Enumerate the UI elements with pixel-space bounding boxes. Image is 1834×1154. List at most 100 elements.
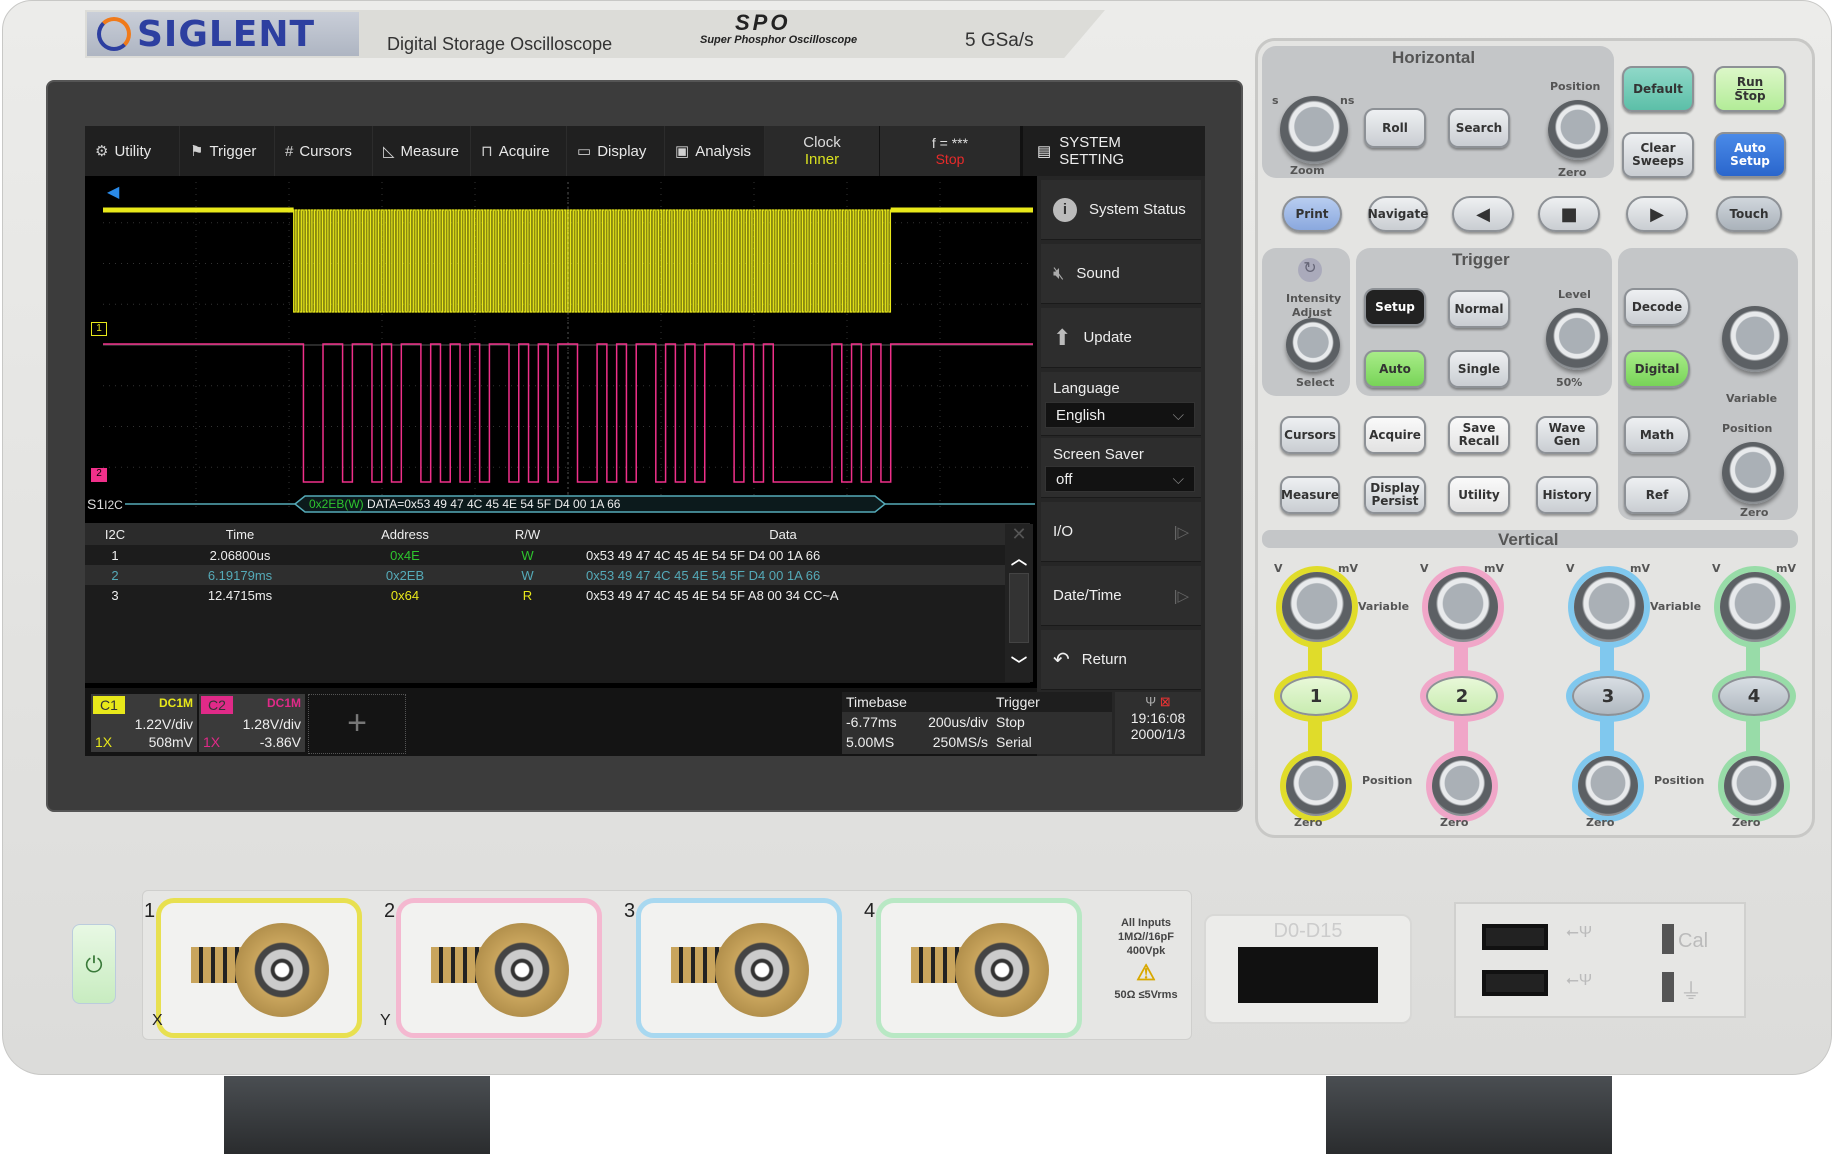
screensaver-select[interactable]: off ⌵: [1045, 466, 1195, 492]
display-screen[interactable]: ⚙ Utility ⚑ Trigger # Cursors ◺ Measure ⊓ Acq…: [85, 126, 1205, 756]
ch3-position-knob[interactable]: [1578, 756, 1638, 816]
wave-gen-button[interactable]: Wave Gen: [1536, 416, 1598, 454]
menu-update[interactable]: ⬆ Update: [1041, 308, 1201, 368]
variable-knob[interactable]: [1722, 306, 1788, 372]
close-icon[interactable]: ✕: [1005, 524, 1033, 545]
utility-button[interactable]: Utility: [1448, 476, 1510, 514]
network-disconnected-icon: ⊠: [1159, 694, 1171, 709]
table-row[interactable]: 1 2.06800us 0x4E W 0x53 49 47 4C 45 4E 5…: [85, 545, 1030, 565]
roll-button[interactable]: Roll: [1364, 108, 1426, 148]
ch2-level-marker[interactable]: 2: [91, 468, 107, 482]
run-state[interactable]: f = *** Stop: [880, 126, 1020, 176]
usb-port-2[interactable]: [1482, 970, 1548, 996]
save-recall-button[interactable]: Save Recall: [1448, 416, 1510, 454]
ch2-scale-knob[interactable]: [1428, 572, 1498, 642]
table-row-selected[interactable]: 2 6.19179ms 0x2EB W 0x53 49 47 4C 45 4E …: [85, 565, 1030, 585]
tab-utility[interactable]: ⚙ Utility: [85, 126, 180, 176]
trigger-normal-button[interactable]: Normal: [1448, 290, 1510, 328]
menu-sound[interactable]: 🔇︎ Sound: [1041, 244, 1201, 304]
menu-return[interactable]: ↶ Return: [1041, 630, 1201, 690]
ch2-bnc-input[interactable]: [396, 898, 602, 1038]
navigate-forward-button[interactable]: ▶: [1626, 196, 1688, 232]
zero-label: Zero: [1732, 816, 1761, 829]
trigger-position-marker-icon[interactable]: ◀: [107, 182, 119, 202]
ch3-button[interactable]: 3: [1572, 676, 1644, 716]
display-persist-button[interactable]: Display Persist: [1364, 476, 1426, 514]
intensity-knob[interactable]: [1286, 318, 1340, 372]
math-button[interactable]: Math: [1624, 416, 1690, 454]
measure-button[interactable]: Measure: [1280, 476, 1340, 514]
cal-terminal[interactable]: [1662, 924, 1674, 954]
navigate-button[interactable]: Navigate: [1368, 196, 1428, 232]
tab-cursors[interactable]: # Cursors: [275, 126, 373, 176]
trigger-setup-button[interactable]: Setup: [1364, 288, 1426, 326]
digital-port[interactable]: D0-D15: [1204, 914, 1412, 1024]
menu-date-time[interactable]: Date/Time |▷: [1041, 566, 1201, 626]
datetime-info[interactable]: Ψ ⊠ 19:16:08 2000/1/3: [1115, 692, 1201, 754]
bus-frame-text: 0x2EB(W) DATA=0x53 49 47 4C 45 4E 54 5F …: [309, 497, 620, 511]
navigate-stop-button[interactable]: ■: [1538, 196, 1600, 232]
ch2-button[interactable]: 2: [1426, 676, 1498, 716]
acquire-button[interactable]: Acquire: [1364, 416, 1426, 454]
ref-button[interactable]: Ref: [1624, 476, 1690, 514]
menu-system-status[interactable]: i System Status: [1041, 180, 1201, 240]
col-header: Time: [225, 526, 255, 542]
power-button[interactable]: ⏻: [72, 924, 116, 1004]
scroll-down-icon[interactable]: ﹀: [1005, 651, 1033, 675]
timebase-info[interactable]: Timebase -6.77ms 200us/div 5.00MS 250MS/…: [842, 692, 992, 754]
timebase-knob[interactable]: [1280, 96, 1348, 164]
info-icon: i: [1053, 197, 1077, 222]
cursors-button[interactable]: Cursors: [1280, 416, 1340, 454]
tab-trigger[interactable]: ⚑ Trigger: [180, 126, 275, 176]
ch1-level-marker[interactable]: 1: [91, 322, 107, 336]
ch1-info[interactable]: C1 DC1M 1.22V/div 1X 508mV: [91, 694, 197, 752]
h-position-knob[interactable]: [1548, 100, 1608, 160]
ch4-scale-knob[interactable]: [1720, 572, 1790, 642]
tab-display[interactable]: ▭ Display: [567, 126, 665, 176]
ground-terminal[interactable]: [1662, 972, 1674, 1002]
speaker-muted-icon: 🔇︎: [1053, 263, 1065, 283]
decode-button[interactable]: Decode: [1624, 288, 1690, 326]
print-button[interactable]: Print: [1282, 196, 1342, 232]
ch2-position-knob[interactable]: [1432, 756, 1492, 816]
trigger-single-button[interactable]: Single: [1448, 350, 1510, 388]
ch4-button[interactable]: 4: [1718, 676, 1790, 716]
ch1-position-knob[interactable]: [1286, 756, 1346, 816]
run-stop-button[interactable]: Run Stop: [1714, 66, 1786, 112]
default-button[interactable]: Default: [1622, 66, 1694, 112]
navigate-back-button[interactable]: ◀: [1452, 196, 1514, 232]
cell-address: 0x4E: [390, 547, 420, 563]
scroll-thumb[interactable]: [1009, 573, 1029, 643]
menu-io[interactable]: I/O |▷: [1041, 502, 1201, 562]
auto-setup-button[interactable]: Auto Setup: [1714, 132, 1786, 178]
table-scrollbar[interactable]: ✕ ︿ ﹀: [1005, 524, 1033, 682]
add-channel-button[interactable]: +: [308, 694, 406, 754]
clear-sweeps-button[interactable]: Clear Sweeps: [1622, 132, 1694, 178]
ch1-bnc-input[interactable]: [156, 898, 362, 1038]
ch1-button[interactable]: 1: [1280, 676, 1352, 716]
waveform-grid[interactable]: [103, 182, 1033, 508]
history-button[interactable]: History: [1536, 476, 1598, 514]
tab-acquire[interactable]: ⊓ Acquire: [471, 126, 567, 176]
table-row[interactable]: 3 12.4715ms 0x64 R 0x53 49 47 4C 45 4E 5…: [85, 585, 1030, 605]
trigger-auto-button[interactable]: Auto: [1364, 350, 1426, 388]
ch4-bnc-input[interactable]: [876, 898, 1082, 1038]
ch1-scale-knob[interactable]: [1282, 572, 1352, 642]
trigger-info[interactable]: Trigger Stop Serial: [992, 692, 1112, 754]
tab-analysis[interactable]: ▣ Analysis: [665, 126, 765, 176]
ch3-bnc-input[interactable]: [636, 898, 842, 1038]
language-select[interactable]: English ⌵: [1045, 402, 1195, 428]
usb-port-1[interactable]: [1482, 924, 1548, 950]
spo-subtitle: Super Phosphor Oscilloscope: [700, 34, 858, 46]
ch2-info[interactable]: C2 DC1M 1.28V/div 1X -3.86V: [199, 694, 305, 752]
ch3-scale-knob[interactable]: [1574, 572, 1644, 642]
tab-measure[interactable]: ◺ Measure: [373, 126, 471, 176]
trigger-level-knob[interactable]: [1546, 308, 1608, 370]
position-knob[interactable]: [1722, 442, 1784, 504]
scroll-up-icon[interactable]: ︿: [1005, 545, 1033, 569]
search-button[interactable]: Search: [1448, 108, 1510, 148]
digital-button[interactable]: Digital: [1624, 350, 1690, 388]
clock-source[interactable]: Clock Inner: [765, 126, 880, 176]
ch4-position-knob[interactable]: [1724, 756, 1784, 816]
touch-button[interactable]: Touch: [1716, 196, 1782, 232]
